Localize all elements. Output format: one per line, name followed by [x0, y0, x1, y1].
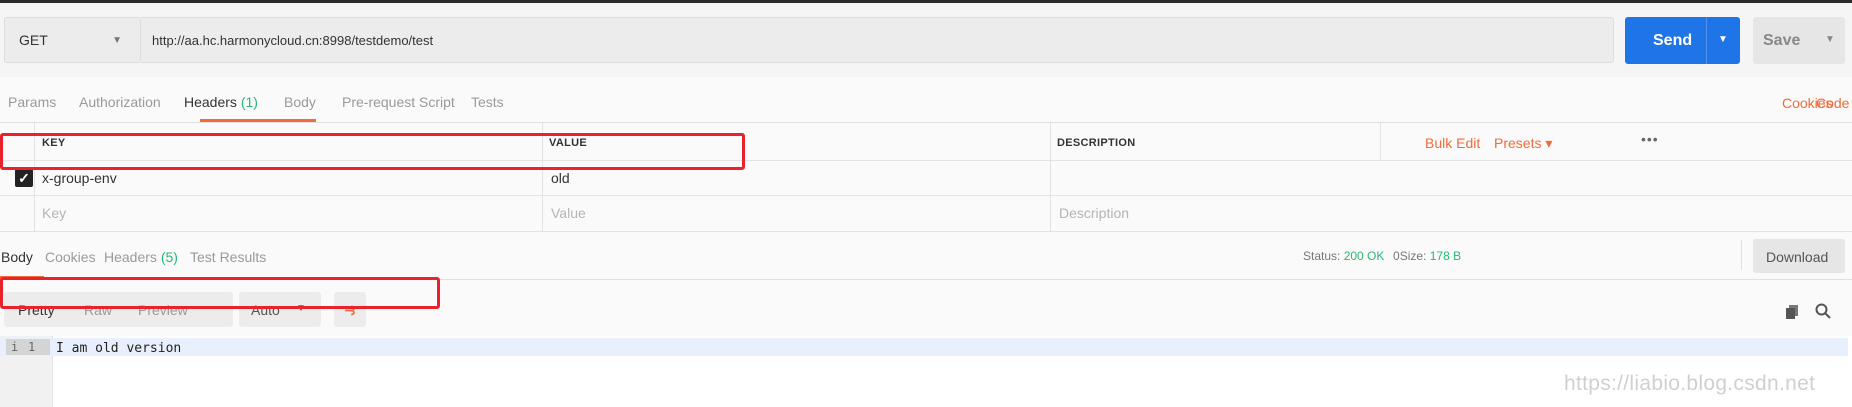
line-number-text: 1	[28, 340, 36, 354]
tab-headers-label: Headers	[184, 94, 237, 110]
key-input[interactable]: Key	[42, 205, 66, 221]
line-info-marker: i	[11, 340, 19, 354]
request-tabs: Params Authorization Headers (1) Body Pr…	[0, 77, 1852, 123]
save-label: Save	[1763, 32, 1801, 49]
tab-pre-request-script[interactable]: Pre-request Script	[342, 94, 455, 110]
send-dropdown-icon[interactable]: ▼	[1718, 34, 1728, 45]
line-number: i1	[6, 339, 50, 355]
tab-body[interactable]: Body	[284, 94, 316, 110]
more-options-icon[interactable]: •••	[1641, 131, 1659, 147]
header-value-cell[interactable]: old	[551, 170, 570, 186]
response-tab-body[interactable]: Body	[1, 249, 33, 265]
header-key-cell[interactable]: x-group-env	[42, 170, 117, 186]
download-label: Download	[1766, 249, 1829, 265]
tab-headers-count: (1)	[240, 94, 258, 110]
response-tab-headers-label: Headers	[104, 249, 157, 265]
tab-tests[interactable]: Tests	[471, 94, 504, 110]
save-button[interactable]: Save ▼	[1753, 17, 1845, 64]
code-link[interactable]: Code	[1816, 95, 1849, 111]
size-readout: 0Size: 178 B	[1393, 249, 1461, 263]
status-label: Status:	[1303, 249, 1341, 263]
bulk-edit-link[interactable]: Bulk Edit	[1425, 135, 1480, 151]
url-input[interactable]: http://aa.hc.harmonycloud.cn:8998/testde…	[141, 17, 1614, 63]
time-label: 0	[1393, 249, 1400, 263]
send-button[interactable]: Send ▼	[1625, 17, 1740, 64]
status-readout: Status: 200 OK	[1303, 249, 1384, 263]
highlight-header-row	[0, 133, 745, 170]
watermark: https://liabio.blog.csdn.net	[1564, 372, 1816, 395]
save-dropdown-icon[interactable]: ▼	[1825, 34, 1835, 45]
response-tab-cookies[interactable]: Cookies	[45, 249, 96, 265]
description-input[interactable]: Description	[1059, 205, 1129, 221]
presets-dropdown[interactable]: Presets ▾	[1494, 135, 1552, 152]
method-label: GET	[19, 32, 48, 48]
request-url-bar: GET ▼ http://aa.hc.harmonycloud.cn:8998/…	[0, 3, 1852, 77]
response-tab-headers-count: (5)	[160, 249, 178, 265]
size-value: 178 B	[1429, 249, 1462, 263]
copy-icon[interactable]	[1786, 305, 1798, 319]
url-text: http://aa.hc.harmonycloud.cn:8998/testde…	[152, 33, 434, 48]
response-body-text: I am old version	[56, 341, 182, 356]
status-value: 200 OK	[1343, 249, 1385, 263]
editor-line-1: i1 I am old version	[0, 338, 1848, 356]
tab-headers[interactable]: Headers (1)	[184, 94, 258, 110]
tab-params[interactable]: Params	[8, 94, 56, 110]
highlight-response-body	[0, 277, 440, 309]
status-divider	[1741, 240, 1742, 270]
active-tab-indicator	[200, 119, 316, 122]
download-button[interactable]: Download	[1753, 239, 1845, 273]
chevron-down-icon: ▼	[112, 35, 122, 46]
tab-authorization[interactable]: Authorization	[79, 94, 161, 110]
send-label: Send	[1653, 32, 1693, 49]
response-tab-headers[interactable]: Headers (5)	[104, 249, 178, 265]
size-label: Size:	[1399, 249, 1427, 263]
search-icon[interactable]	[1815, 303, 1831, 319]
response-tab-test-results[interactable]: Test Results	[190, 249, 266, 265]
column-description: DESCRIPTION	[1057, 137, 1136, 149]
response-tabs: Body Cookies Headers (5) Test Results St…	[0, 232, 1852, 280]
header-enabled-checkbox[interactable]: ✓	[15, 169, 33, 187]
table-row-empty: Key Value Description	[0, 195, 1852, 232]
value-input[interactable]: Value	[551, 205, 586, 221]
method-select[interactable]: GET ▼	[4, 17, 141, 63]
send-divider	[1706, 17, 1707, 64]
